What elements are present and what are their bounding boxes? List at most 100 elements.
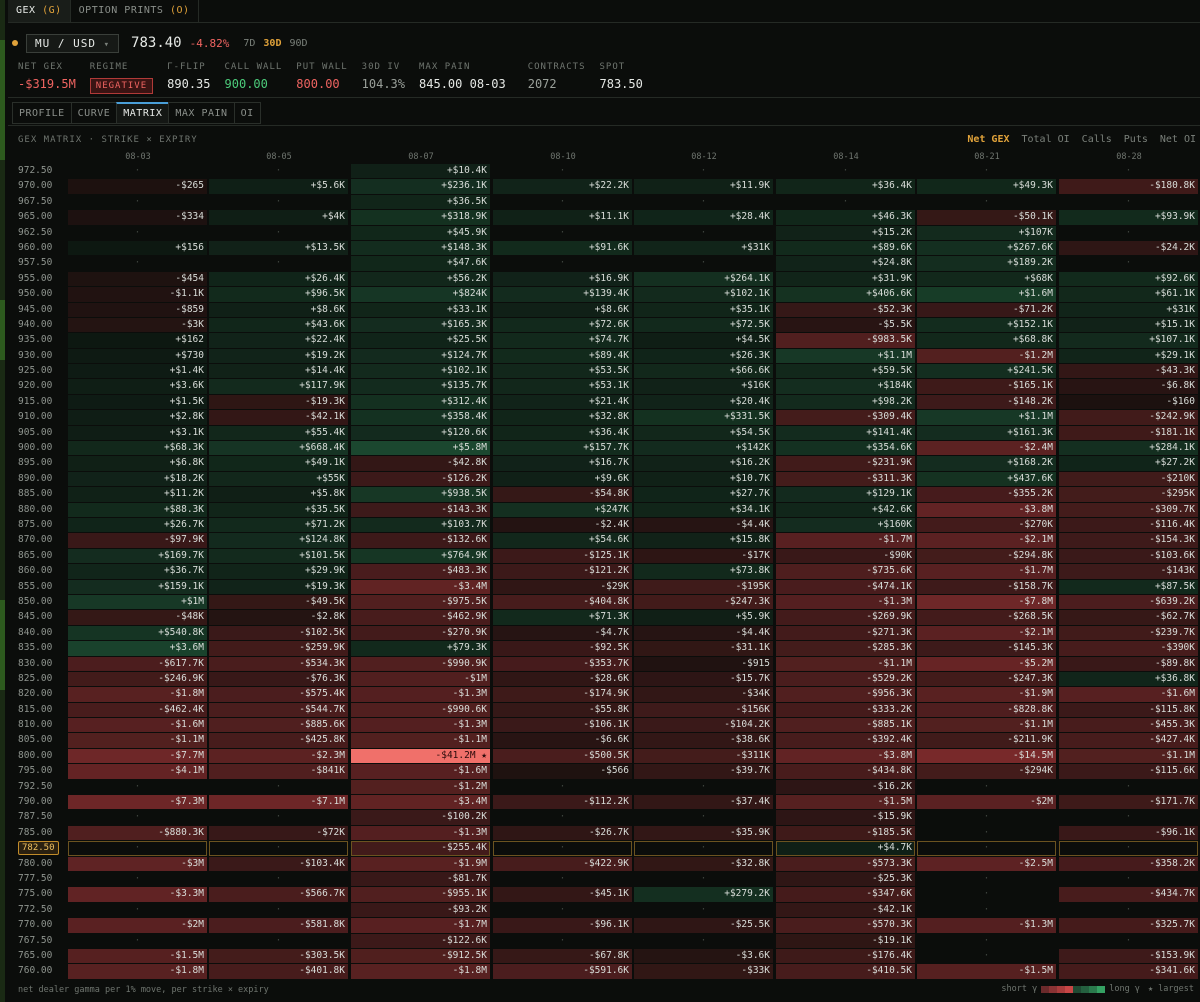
gex-cell[interactable]: -$3M [68, 856, 207, 871]
gex-cell[interactable]: -$3.6K [634, 948, 773, 964]
gex-cell[interactable]: -$3.8M [917, 502, 1056, 517]
gex-cell[interactable]: +$1.4K [68, 364, 207, 379]
gex-cell[interactable]: +$54.6K [493, 533, 632, 548]
gex-cell[interactable]: -$955.1K [351, 887, 490, 902]
gex-cell[interactable]: · [1059, 195, 1198, 209]
tab-option-prints[interactable]: OPTION PRINTS (O) [71, 0, 199, 22]
gex-cell[interactable]: -$50.1K [917, 210, 1056, 225]
gex-cell[interactable]: · [493, 226, 632, 240]
gex-cell[interactable]: -$1M [351, 671, 490, 687]
gex-cell[interactable]: -$6.6K [493, 733, 632, 748]
gex-cell[interactable]: -$1.3M [917, 918, 1056, 933]
gex-cell[interactable]: · [493, 810, 632, 824]
gex-cell[interactable]: -$96.1K [493, 918, 632, 933]
gex-cell[interactable]: -$156K [634, 702, 773, 718]
gex-cell[interactable]: -$38.6K [634, 733, 773, 748]
gex-cell[interactable]: -$425.8K [209, 733, 348, 748]
gex-cell[interactable]: -$93.2K [351, 902, 490, 918]
gex-cell[interactable]: · [634, 872, 773, 886]
gex-cell[interactable]: +$1.6M [917, 287, 1056, 302]
gex-cell[interactable]: -$210K [1059, 471, 1198, 487]
gex-cell[interactable]: -$103.4K [209, 856, 348, 871]
gex-cell[interactable]: · [209, 903, 348, 917]
gex-cell[interactable]: -$1.1M [776, 656, 915, 671]
gex-cell[interactable]: -$153.9K [1059, 948, 1198, 964]
gex-cell[interactable]: · [493, 903, 632, 917]
gex-cell[interactable]: +$135.7K [351, 379, 490, 394]
gex-cell[interactable]: +$26.4K [209, 271, 348, 287]
gex-cell[interactable]: -$1.5M [68, 948, 207, 964]
gex-cell[interactable]: · [1059, 810, 1198, 824]
gex-cell[interactable]: · [68, 810, 207, 824]
gex-cell[interactable]: -$97.9K [68, 533, 207, 548]
tab-max-pain[interactable]: MAX PAIN [168, 102, 234, 124]
gex-cell[interactable]: +$157.7K [493, 441, 632, 456]
gex-cell[interactable]: -$956.3K [776, 687, 915, 702]
gex-cell[interactable]: -$33K [634, 964, 773, 979]
gex-cell[interactable]: -$211.9K [917, 733, 1056, 748]
gex-cell[interactable]: -$309.7K [1059, 502, 1198, 517]
gex-cell[interactable]: +$88.3K [68, 502, 207, 517]
gex-cell[interactable]: · [68, 841, 207, 856]
gex-cell[interactable]: -$353.7K [493, 656, 632, 671]
gex-cell[interactable]: -$268.5K [917, 610, 1056, 625]
gex-cell[interactable]: · [634, 934, 773, 948]
gex-cell[interactable]: +$19.3K [209, 579, 348, 594]
gex-cell[interactable]: +$107K [917, 225, 1056, 240]
dte-90d-button[interactable]: 90D [289, 38, 307, 49]
gex-cell[interactable]: +$71.2K [209, 517, 348, 533]
gex-cell[interactable]: +$279.2K [634, 887, 773, 902]
gex-cell[interactable]: -$1.3M [351, 718, 490, 733]
gex-cell[interactable]: +$358.4K [351, 410, 490, 425]
gex-cell[interactable]: +$27.2K [1059, 456, 1198, 471]
gex-cell[interactable]: +$4.5K [634, 333, 773, 348]
gex-cell[interactable]: +$36.8K [1059, 671, 1198, 687]
gex-cell[interactable]: +$25.5K [351, 333, 490, 348]
gex-cell[interactable]: -$462.4K [68, 702, 207, 718]
gex-cell[interactable]: -$165.1K [917, 379, 1056, 394]
gex-cell[interactable]: +$11.1K [493, 210, 632, 225]
gex-cell[interactable]: +$26.7K [68, 517, 207, 533]
gex-cell[interactable]: -$7.1M [209, 795, 348, 810]
gex-cell[interactable]: -$462.9K [351, 610, 490, 625]
gex-cell[interactable]: · [917, 164, 1056, 178]
gex-cell[interactable]: -$581.8K [209, 918, 348, 933]
gex-cell[interactable]: -$983.5K [776, 333, 915, 348]
gex-cell[interactable]: -$1.9M [351, 856, 490, 871]
gex-cell[interactable]: -$1.9M [917, 687, 1056, 702]
gex-cell[interactable]: +$16.7K [493, 456, 632, 471]
gex-cell[interactable]: · [493, 195, 632, 209]
gex-cell[interactable]: +$184K [776, 379, 915, 394]
gex-cell[interactable]: +$72.5K [634, 317, 773, 333]
gex-cell[interactable]: +$730 [68, 348, 207, 364]
gex-cell[interactable]: · [68, 780, 207, 794]
gex-cell[interactable]: -$17K [634, 548, 773, 564]
gex-cell[interactable]: -$1.6M [351, 764, 490, 779]
gex-cell[interactable]: -$1.1K [68, 287, 207, 302]
gex-cell[interactable]: -$2.5M [917, 856, 1056, 871]
gex-cell[interactable]: -$859 [68, 302, 207, 317]
gex-cell[interactable]: +$165.3K [351, 317, 490, 333]
gex-cell[interactable]: -$422.9K [493, 856, 632, 871]
gex-cell[interactable]: +$148.3K [351, 240, 490, 256]
gex-cell[interactable]: +$49.1K [209, 456, 348, 471]
gex-cell[interactable]: +$68.8K [917, 333, 1056, 348]
gex-cell[interactable]: -$885.6K [209, 718, 348, 733]
gex-cell[interactable]: +$27.7K [634, 487, 773, 502]
gex-cell[interactable]: +$4K [209, 210, 348, 225]
gex-cell[interactable]: -$100.2K [351, 810, 490, 825]
gex-cell[interactable]: -$271.3K [776, 625, 915, 641]
gex-cell[interactable]: +$331.5K [634, 410, 773, 425]
gex-cell[interactable]: -$96.1K [1059, 825, 1198, 841]
gex-cell[interactable]: +$31K [634, 240, 773, 256]
gex-cell[interactable]: -$28.6K [493, 671, 632, 687]
gex-cell[interactable]: +$159.1K [68, 579, 207, 594]
gex-cell[interactable]: +$42.6K [776, 502, 915, 517]
gex-cell[interactable]: -$19.1K [776, 933, 915, 948]
gex-cell[interactable]: -$303.5K [209, 948, 348, 964]
gex-cell[interactable]: +$16.9K [493, 271, 632, 287]
gex-cell[interactable]: +$142K [634, 441, 773, 456]
gex-cell[interactable]: +$66.6K [634, 364, 773, 379]
gex-cell[interactable]: -$185.5K [776, 825, 915, 841]
gex-cell[interactable]: · [634, 195, 773, 209]
